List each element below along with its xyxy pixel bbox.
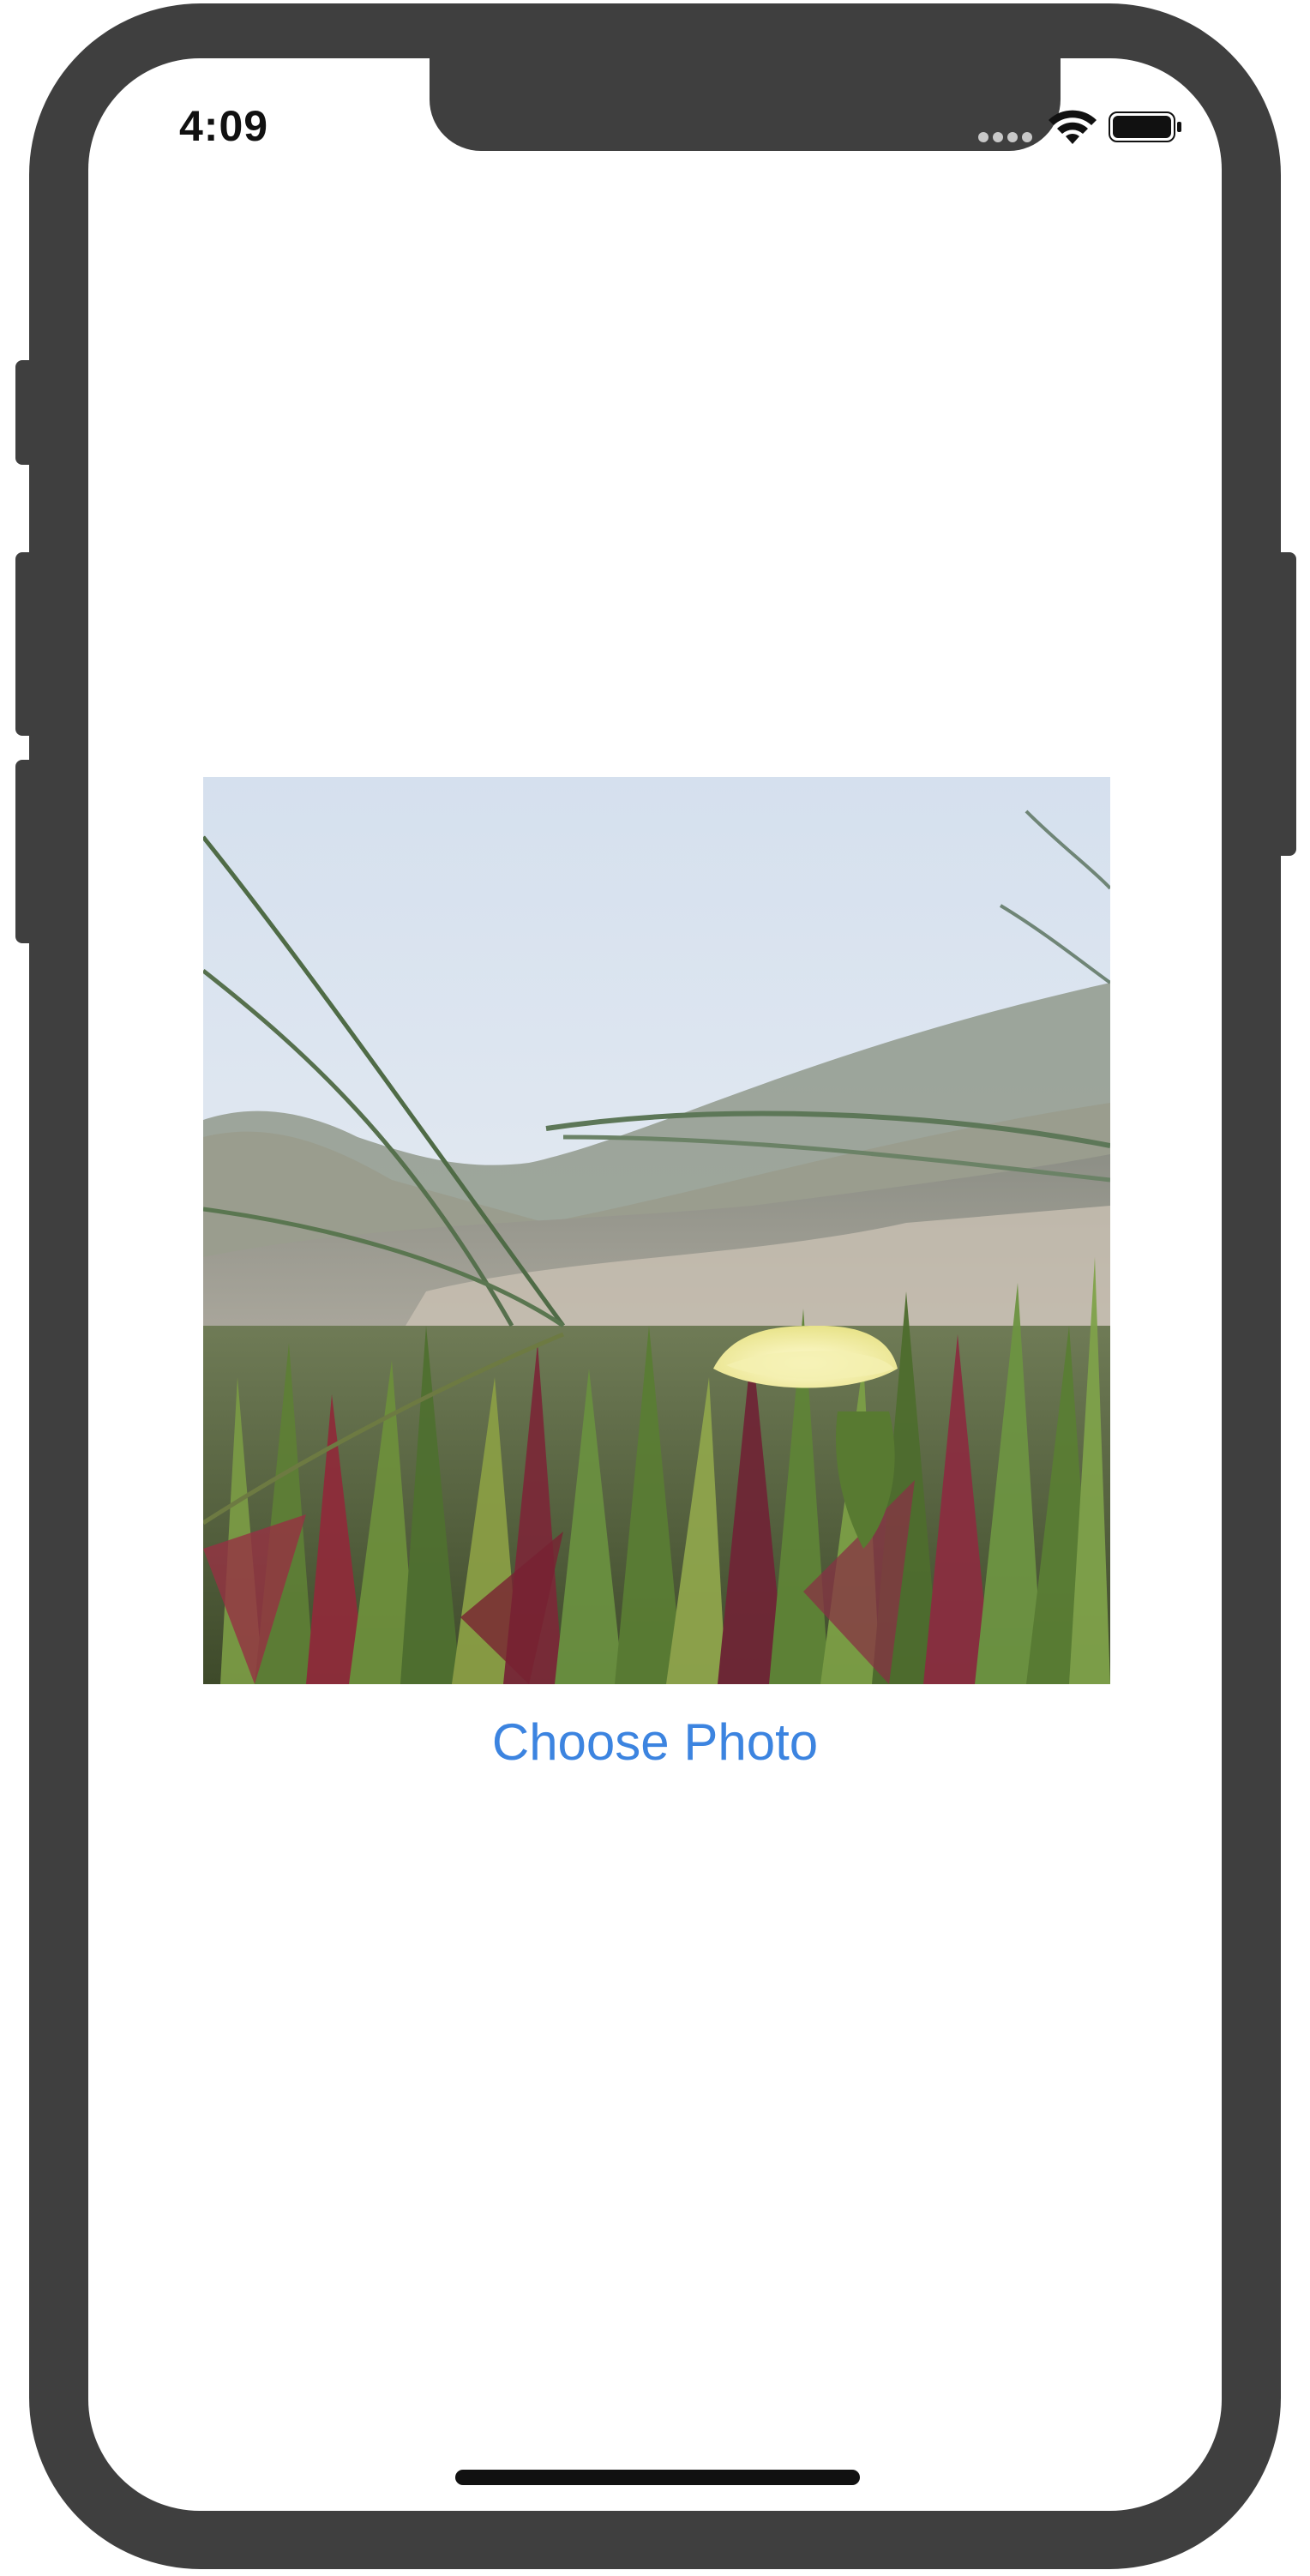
wifi-icon — [1049, 110, 1097, 144]
status-icons — [978, 106, 1184, 149]
flower-photo-image — [203, 777, 1110, 1684]
status-time: 4:09 — [179, 102, 269, 150]
app-screen: 4:09 Choose Photo — [88, 58, 1222, 2511]
home-indicator[interactable] — [455, 2470, 860, 2485]
choose-photo-button[interactable]: Choose Photo — [88, 1708, 1222, 1777]
battery-icon — [1109, 111, 1181, 142]
selected-photo — [203, 777, 1110, 1684]
notch — [430, 58, 1061, 151]
device-mockup: 4:09 Choose Photo — [0, 0, 1310, 2576]
signal-dots-icon — [978, 132, 1033, 142]
